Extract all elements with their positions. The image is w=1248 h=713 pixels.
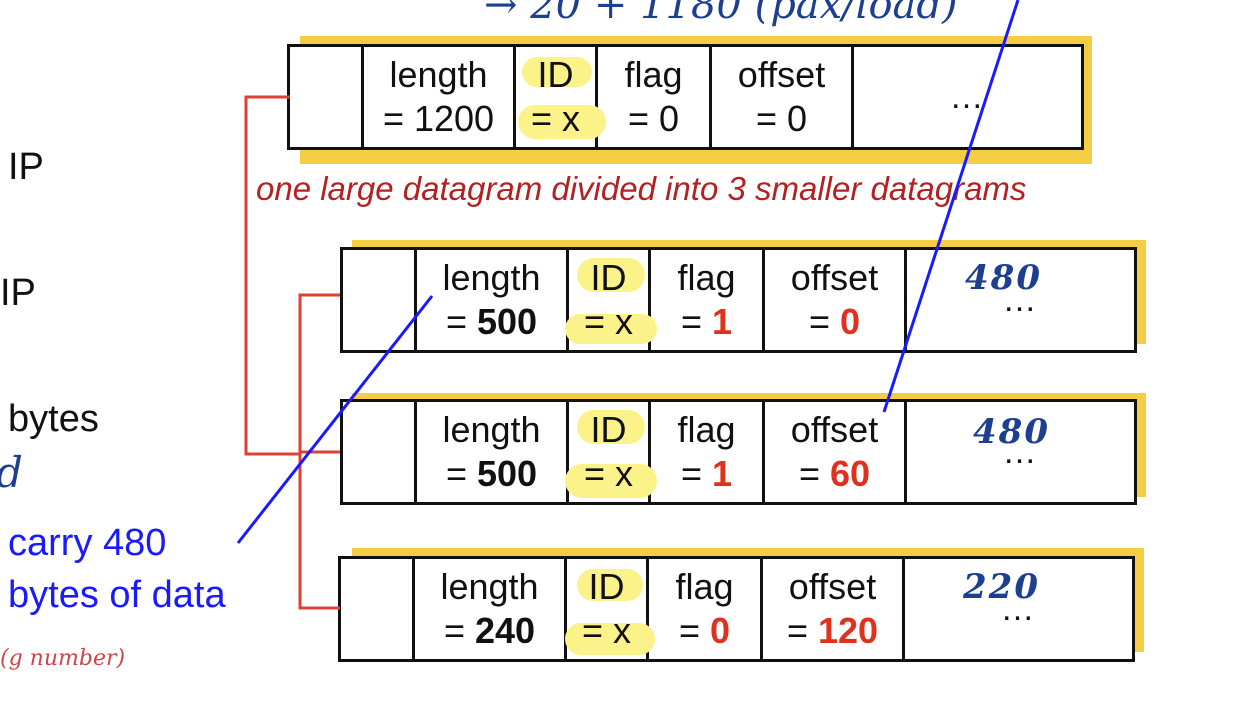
length-number: 500	[476, 301, 538, 342]
flag-label: flag	[675, 566, 734, 607]
id-label: ID	[537, 54, 574, 95]
id-label: ID	[590, 409, 627, 450]
offset-annotation-line	[882, 0, 1020, 413]
id-value: = x	[581, 610, 632, 651]
flag-label: flag	[677, 257, 736, 298]
length-label: length	[389, 54, 488, 95]
id-value: = x	[530, 98, 581, 139]
length-number: 500	[476, 453, 538, 494]
flag-value: = 0	[627, 98, 680, 139]
data-ellipsis: …	[1002, 433, 1039, 471]
flag-eq: =	[678, 610, 710, 651]
length-number: 240	[474, 610, 536, 651]
flag-eq: =	[680, 453, 712, 494]
flag-eq: =	[680, 301, 712, 342]
offset-label: offset	[790, 409, 879, 450]
offset-value: = 0	[755, 98, 808, 139]
data-ellipsis: …	[1002, 281, 1039, 319]
data-ellipsis: …	[949, 78, 986, 116]
original-bracket	[244, 95, 300, 456]
data-ellipsis: …	[1000, 590, 1037, 628]
carry-note-pointer	[236, 295, 434, 544]
length-label: length	[442, 257, 541, 298]
offset-eq: =	[786, 610, 818, 651]
flag-number: 1	[712, 301, 733, 342]
id-label: ID	[588, 566, 625, 607]
length-label: length	[442, 409, 541, 450]
flag-label: flag	[677, 409, 736, 450]
fragment-bracket	[298, 293, 340, 610]
flag-number: 1	[712, 453, 733, 494]
flag-label: flag	[624, 54, 683, 95]
flag-number: 0	[710, 610, 731, 651]
length-eq: =	[445, 301, 477, 342]
offset-label: offset	[790, 257, 879, 298]
id-value: = x	[583, 453, 634, 494]
offset-number: 120	[817, 610, 879, 651]
length-eq: =	[445, 453, 477, 494]
offset-number: 0	[840, 301, 861, 342]
offset-number: 60	[829, 453, 871, 494]
offset-eq: =	[808, 301, 840, 342]
offset-label: offset	[788, 566, 877, 607]
offset-label: offset	[737, 54, 826, 95]
length-eq: =	[443, 610, 475, 651]
offset-eq: =	[798, 453, 830, 494]
id-value: = x	[583, 301, 634, 342]
id-label: ID	[590, 257, 627, 298]
length-label: length	[440, 566, 539, 607]
length-value: = 1200	[382, 98, 495, 139]
